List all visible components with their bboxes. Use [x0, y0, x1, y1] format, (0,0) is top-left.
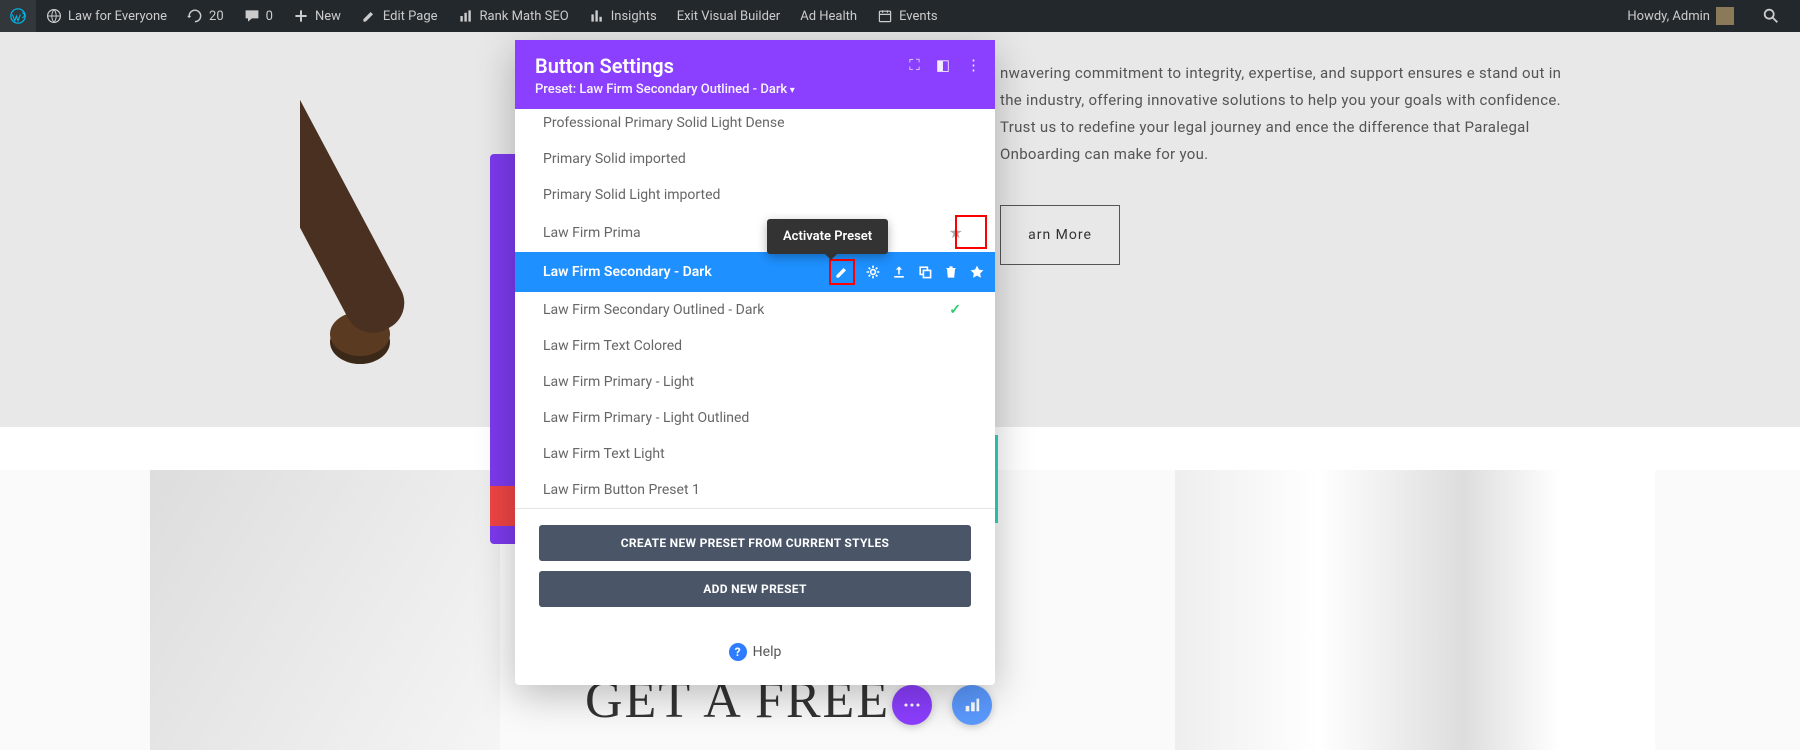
wp-admin-bar: Law for Everyone 20 0 New Edit Page Rank… [0, 0, 1800, 32]
preset-item[interactable]: Law Firm Text Light [515, 436, 995, 472]
help-label: Help [753, 644, 782, 660]
user-avatar [1716, 7, 1734, 25]
more-icon[interactable]: ⋮ [966, 56, 981, 74]
preset-label: Law Firm Text Colored [543, 338, 682, 354]
comments-count: 0 [266, 9, 273, 24]
trash-icon[interactable] [943, 264, 959, 280]
preset-label: Law Firm Secondary Outlined - Dark [543, 302, 764, 318]
edit-page[interactable]: Edit Page [351, 0, 448, 32]
preset-item-selected[interactable]: Law Firm Secondary - Dark Activate Prese… [515, 252, 995, 292]
star-fill-icon[interactable] [969, 264, 985, 280]
preset-item-active[interactable]: Law Firm Secondary Outlined - Dark ✓ [515, 292, 995, 328]
updates-count: 20 [209, 9, 224, 24]
duplicate-icon[interactable] [917, 264, 933, 280]
preset-label: Professional Primary Solid Light Dense [543, 115, 785, 131]
site-name[interactable]: Law for Everyone [36, 0, 177, 32]
create-preset-button[interactable]: CREATE NEW PRESET FROM CURRENT STYLES [539, 525, 971, 561]
preset-item[interactable]: Law Firm Prima ★ [515, 213, 995, 252]
preset-item[interactable]: Law Firm Text Colored [515, 328, 995, 364]
preset-label: Law Firm Primary - Light Outlined [543, 410, 749, 426]
pencil-icon [834, 264, 850, 280]
hero-paragraph: nwavering commitment to integrity, exper… [1000, 60, 1570, 168]
modal-header: Button Settings Preset: Law Firm Seconda… [515, 40, 995, 109]
rank-math-label: Rank Math SEO [480, 9, 569, 24]
preset-label: Primary Solid imported [543, 151, 686, 167]
activate-preset-button[interactable]: Activate Preset [829, 259, 855, 285]
ad-health[interactable]: Ad Health [790, 0, 867, 32]
learn-more-button[interactable]: arn More [1000, 205, 1120, 265]
add-preset-button[interactable]: ADD NEW PRESET [539, 571, 971, 607]
howdy-label: Howdy, Admin [1627, 9, 1710, 24]
preset-label: Law Firm Prima [543, 225, 641, 241]
tooltip: Activate Preset [767, 219, 888, 254]
preset-label: Law Firm Button Preset 1 [543, 482, 700, 498]
site-name-label: Law for Everyone [68, 9, 167, 24]
preset-item[interactable]: Law Firm Button Preset 1 [515, 472, 995, 508]
preset-label: Primary Solid Light imported [543, 187, 720, 203]
upload-icon[interactable] [891, 264, 907, 280]
decorative-image-right [1175, 470, 1655, 750]
expand-icon[interactable]: ⛶ [909, 56, 920, 74]
insights[interactable]: Insights [579, 0, 667, 32]
modal-preset-selector[interactable]: Preset: Law Firm Secondary Outlined - Da… [535, 82, 975, 97]
help-icon: ? [729, 643, 747, 661]
ad-health-label: Ad Health [800, 9, 857, 24]
preset-item[interactable]: Primary Solid Light imported [515, 177, 995, 213]
button-settings-modal: Button Settings Preset: Law Firm Seconda… [515, 40, 995, 685]
new-label: New [315, 9, 341, 24]
preset-label: Law Firm Primary - Light [543, 374, 694, 390]
gear-icon[interactable] [865, 264, 881, 280]
preset-actions-section: CREATE NEW PRESET FROM CURRENT STYLES AD… [515, 508, 995, 629]
preset-item[interactable]: Law Firm Primary - Light Outlined [515, 400, 995, 436]
snap-icon[interactable]: ◧ [936, 56, 950, 74]
help-link[interactable]: ? Help [515, 629, 995, 685]
preset-label: Law Firm Secondary - Dark [543, 264, 712, 280]
updates[interactable]: 20 [177, 0, 234, 32]
preset-item[interactable]: Law Firm Primary - Light [515, 364, 995, 400]
new-content[interactable]: New [283, 0, 351, 32]
events[interactable]: Events [867, 0, 947, 32]
comments[interactable]: 0 [234, 0, 283, 32]
search-toggle[interactable] [1752, 0, 1790, 32]
preset-label: Law Firm Text Light [543, 446, 665, 462]
events-label: Events [899, 9, 937, 24]
wp-logo[interactable] [0, 0, 36, 32]
check-icon: ✓ [949, 302, 961, 318]
preset-list: Professional Primary Solid Light Dense P… [515, 109, 995, 508]
highlight-box [955, 215, 987, 249]
exit-vb-label: Exit Visual Builder [677, 9, 780, 24]
edit-page-label: Edit Page [383, 9, 438, 24]
preset-item[interactable]: Professional Primary Solid Light Dense [515, 109, 995, 141]
rank-math[interactable]: Rank Math SEO [448, 0, 579, 32]
divi-menu-fab[interactable]: ··· [892, 685, 932, 725]
insights-label: Insights [611, 9, 657, 24]
exit-visual-builder[interactable]: Exit Visual Builder [667, 0, 790, 32]
preset-item[interactable]: Primary Solid imported [515, 141, 995, 177]
howdy-user[interactable]: Howdy, Admin [1617, 0, 1744, 32]
decorative-image-left [150, 470, 500, 750]
preset-actions: Activate Preset [832, 262, 985, 282]
divi-layers-fab[interactable] [952, 685, 992, 725]
gavel-image [300, 32, 520, 392]
